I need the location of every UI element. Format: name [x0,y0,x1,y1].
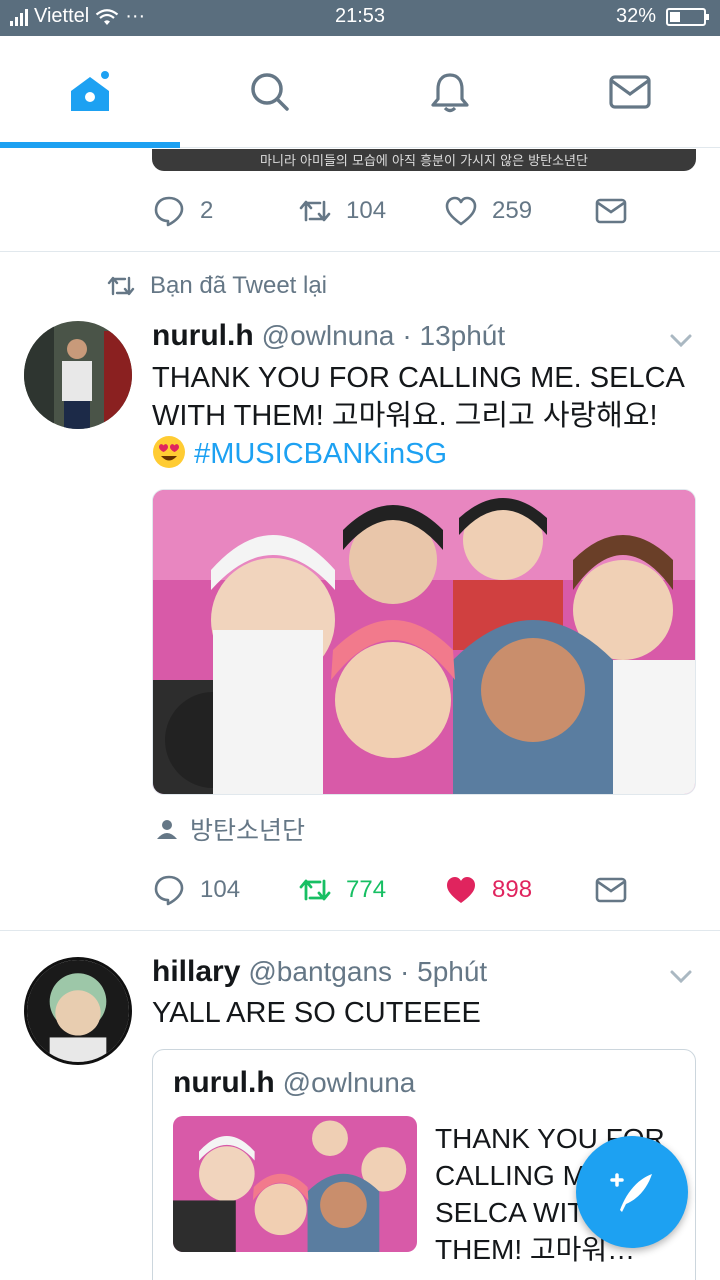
avatar[interactable] [24,957,132,1065]
media-caption: 마니라 아미들의 모습에 아직 흥분이 가시지 않은 방탄소년단 [260,154,588,169]
home-icon [71,71,109,111]
author-handle[interactable]: @bantgans [248,956,392,988]
reply-count: 2 [200,197,214,224]
retweet-button[interactable]: 104 [298,194,444,228]
chevron-down-icon[interactable] [668,963,694,989]
dm-share-button[interactable] [594,194,628,228]
top-nav-bar [0,36,720,148]
status-bar: Viettel ··· 21:53 32% [0,0,720,36]
active-tab-indicator [0,142,180,148]
tab-home[interactable] [0,36,180,148]
tab-messages[interactable] [540,36,720,148]
tweet-header: nurul.h @owlnuna · 13phút [152,319,505,353]
search-icon [251,73,289,111]
tweet-divider [0,930,720,931]
like-button[interactable]: 259 [444,194,594,228]
tweet-body: YALL ARE SO CUTEEEE [152,997,481,1029]
like-count: 898 [492,876,533,903]
like-count: 259 [492,197,533,224]
hashtag-link[interactable]: #MUSICBANKinSG [194,438,447,470]
tab-search[interactable] [180,36,360,148]
tweet-time: · 5phút [400,956,488,987]
compose-feather-icon [610,1173,652,1212]
status-right: 32% [615,5,709,28]
mail-icon [609,75,651,109]
heart-icon [445,196,477,226]
reply-button[interactable]: 2 [152,194,298,228]
retweet-icon [299,879,331,901]
battery-fill [670,11,680,22]
retweet-count: 104 [346,197,387,224]
retweet-icon [107,276,135,296]
bell-icon [431,73,469,113]
reply-icon [154,875,184,906]
reply-icon [154,196,184,227]
quoted-tweet-header: nurul.h @owlnuna [173,1066,415,1100]
tweet-body: THANK YOU FOR CALLING ME. SELCA WITH THE… [152,362,684,432]
timeline-feed[interactable]: 마니라 아미들의 모습에 아직 흥분이 가시지 않은 방탄소년단 2 104 2… [0,149,720,1280]
mail-icon [595,198,627,224]
quoted-tweet-photo [173,1116,417,1252]
tweet-time: · 13phút [402,320,506,351]
tweet-text: THANK YOU FOR CALLING ME. SELCA WITH THE… [152,359,696,473]
chevron-down-icon[interactable] [668,327,694,353]
quoted-author-name: nurul.h [173,1066,275,1099]
person-icon [157,820,177,839]
tagged-user[interactable]: 방탄소년단 [156,811,305,847]
tweet-text: YALL ARE SO CUTEEEE [152,994,696,1032]
reply-count: 104 [200,876,241,903]
like-button[interactable]: 898 [444,873,594,907]
retweet-count: 774 [346,876,387,903]
tweet-photo[interactable] [152,489,696,795]
retweet-context: Bạn đã Tweet lại [106,271,327,301]
heart-eyes-emoji-icon [153,436,185,468]
mail-icon [595,877,627,903]
tagged-user-name: 방탄소년단 [190,816,306,845]
reply-button[interactable]: 104 [152,873,298,907]
tab-notifications[interactable] [360,36,540,148]
retweet-button[interactable]: 774 [298,873,444,907]
retweet-context-label: Bạn đã Tweet lại [150,272,328,299]
compose-tweet-button[interactable] [576,1136,688,1248]
battery-percent: 32% [615,5,656,27]
dm-share-button[interactable] [594,873,628,907]
heart-icon [447,877,475,903]
author-handle[interactable]: @owlnuna [262,320,395,352]
quoted-author-handle: @owlnuna [282,1067,416,1098]
battery-icon [666,7,709,26]
retweet-icon [299,200,331,222]
avatar[interactable] [24,321,132,429]
tweet-media-peek[interactable]: 마니라 아미들의 모습에 아직 흥분이 가시지 않은 방탄소년단 [152,149,696,171]
tweet-header: hillary @bantgans · 5phút [152,955,487,989]
status-time: 21:53 [334,5,386,27]
tweet-actions: 2 104 259 [152,189,696,233]
author-name[interactable]: nurul.h [152,319,254,353]
tweet-actions: 104 774 898 [152,868,696,912]
tweet-divider [0,251,720,252]
author-name[interactable]: hillary [152,955,240,989]
